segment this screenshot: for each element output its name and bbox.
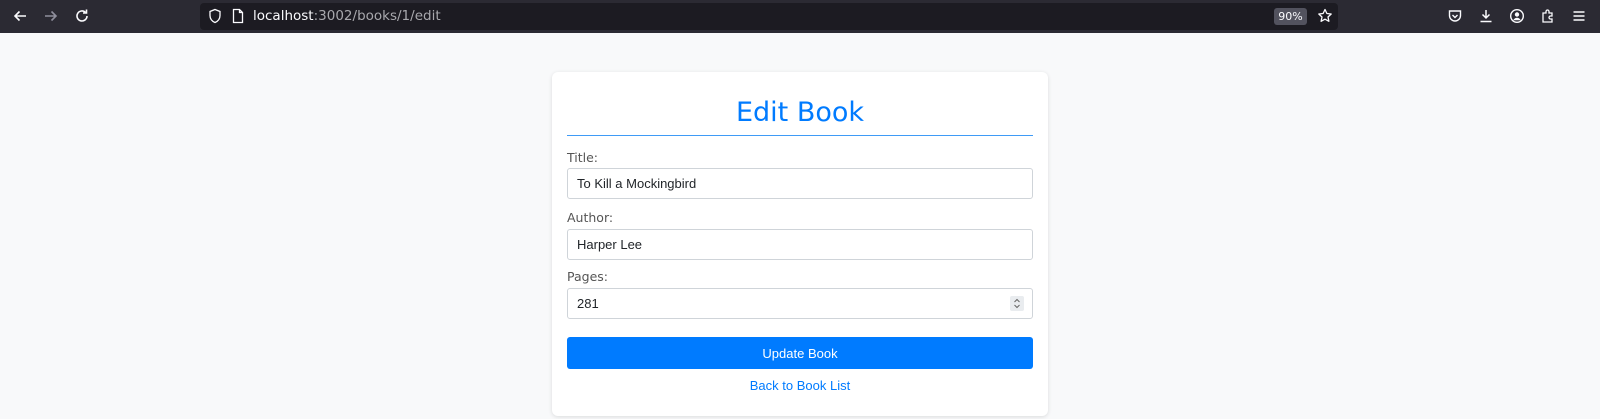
author-input-value: Harper Lee [577,237,643,252]
update-book-button[interactable]: Update Book [567,337,1033,369]
edit-book-card: Edit Book Title: To Kill a Mockingbird A… [552,72,1048,416]
author-label: Author: [567,210,614,225]
url-text[interactable]: localhost:3002/books/1/edit [253,7,441,25]
arrow-right-icon [45,10,58,22]
page-icon[interactable] [231,8,245,24]
account-button[interactable] [1504,4,1530,28]
address-bar[interactable]: localhost:3002/books/1/edit 90% [200,3,1338,30]
title-input-value: To Kill a Mockingbird [577,176,697,191]
url-path: :3002/books/1/edit [313,8,441,24]
reload-button[interactable] [69,4,95,28]
author-input[interactable]: Harper Lee [567,229,1033,260]
reload-icon [76,9,88,22]
puzzle-icon [1542,9,1553,23]
back-button[interactable] [7,4,33,28]
zoom-badge[interactable]: 90% [1274,8,1307,25]
pages-input-value: 281 [577,296,599,311]
bookmark-star-icon[interactable] [1317,8,1333,24]
pocket-button[interactable] [1442,4,1468,28]
shield-icon[interactable] [207,8,223,24]
pages-label: Pages: [567,269,608,284]
back-to-list-link[interactable]: Back to Book List [567,375,1033,397]
hamburger-menu-icon [1573,11,1585,21]
downloads-button[interactable] [1473,4,1499,28]
title-label: Title: [567,150,598,165]
url-host: localhost [253,8,314,24]
forward-button[interactable] [38,4,64,28]
account-icon [1509,8,1525,24]
pocket-icon [1448,10,1462,22]
browser-toolbar: localhost:3002/books/1/edit 90% [0,0,1600,33]
page-title: Edit Book [567,96,1033,136]
menu-button[interactable] [1566,4,1592,28]
pages-input[interactable]: 281 [567,288,1033,319]
extensions-button[interactable] [1535,4,1561,28]
number-spinner[interactable] [1010,296,1024,311]
spinner-arrows-icon [1014,298,1020,309]
download-icon [1480,10,1492,23]
title-input[interactable]: To Kill a Mockingbird [567,168,1033,199]
arrow-left-icon [13,10,26,22]
